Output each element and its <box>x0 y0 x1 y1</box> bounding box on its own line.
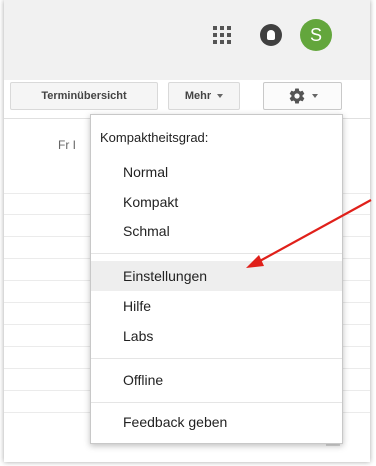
menu-item-hilfe[interactable]: Hilfe <box>91 291 342 321</box>
notifications-icon[interactable] <box>260 24 282 46</box>
menu-separator <box>91 402 342 403</box>
apps-grid-icon[interactable] <box>213 26 231 44</box>
settings-dropdown-menu: Kompaktheitsgrad: Normal Kompakt Schmal … <box>90 114 343 444</box>
menu-item-einstellungen[interactable]: Einstellungen <box>91 261 342 291</box>
menu-item-label: Feedback geben <box>123 414 228 430</box>
menu-item-label: Labs <box>123 328 154 344</box>
menu-item-label: Hilfe <box>123 298 152 314</box>
menu-item-label: Kompakt <box>123 194 179 210</box>
top-bar: S <box>4 0 370 80</box>
menu-item-schmal[interactable]: Schmal <box>91 216 342 246</box>
app-window: S Terminübersicht Mehr Fr I Kompaktheits… <box>4 0 370 462</box>
more-button[interactable]: Mehr <box>168 82 240 110</box>
chevron-down-icon <box>311 94 318 99</box>
more-label: Mehr <box>184 90 212 102</box>
menu-item-label: Normal <box>123 164 169 180</box>
menu-item-kompakt[interactable]: Kompakt <box>91 187 342 217</box>
avatar[interactable]: S <box>300 19 332 51</box>
menu-separator <box>91 358 342 359</box>
day-column-header: Fr I <box>58 138 76 152</box>
menu-item-feedback[interactable]: Feedback geben <box>91 407 342 437</box>
gear-icon <box>289 88 304 104</box>
menu-item-label: Schmal <box>123 223 170 239</box>
menu-item-offline[interactable]: Offline <box>91 365 342 395</box>
menu-item-label: Offline <box>123 372 164 388</box>
chevron-down-icon <box>217 94 224 99</box>
density-heading: Kompaktheitsgrad: <box>100 130 209 145</box>
menu-item-label: Einstellungen <box>123 268 208 284</box>
agenda-view-button[interactable]: Terminübersicht <box>10 82 158 110</box>
menu-separator <box>91 253 342 254</box>
agenda-view-label: Terminübersicht <box>41 90 127 102</box>
settings-button[interactable] <box>263 82 342 110</box>
menu-item-labs[interactable]: Labs <box>91 321 342 351</box>
menu-item-normal[interactable]: Normal <box>91 157 342 187</box>
